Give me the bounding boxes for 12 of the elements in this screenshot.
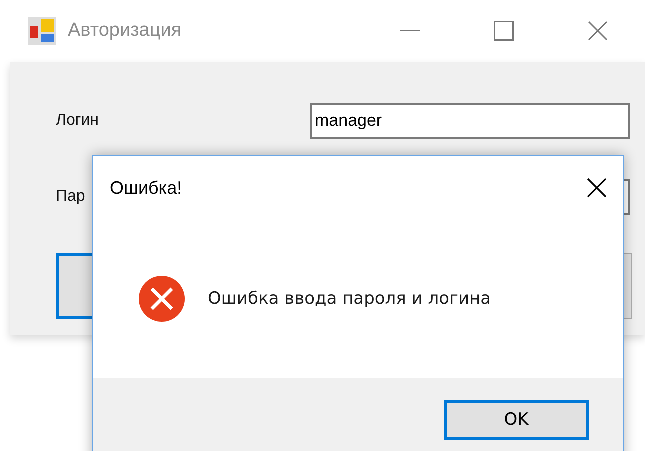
- login-label: Логин: [56, 112, 100, 130]
- error-icon: [138, 275, 186, 323]
- minimize-icon[interactable]: [400, 30, 420, 32]
- maximize-icon[interactable]: [494, 21, 514, 41]
- ok-button[interactable]: OK: [444, 400, 589, 440]
- dialog-title: Ошибка!: [110, 178, 182, 198]
- app-icon: [28, 17, 56, 45]
- window-title: Авторизация: [68, 20, 183, 42]
- password-label: Пар: [56, 188, 86, 206]
- close-icon[interactable]: [587, 178, 607, 198]
- login-field[interactable]: manager: [310, 103, 630, 139]
- error-message: Ошибка ввода пароля и логина: [208, 289, 492, 309]
